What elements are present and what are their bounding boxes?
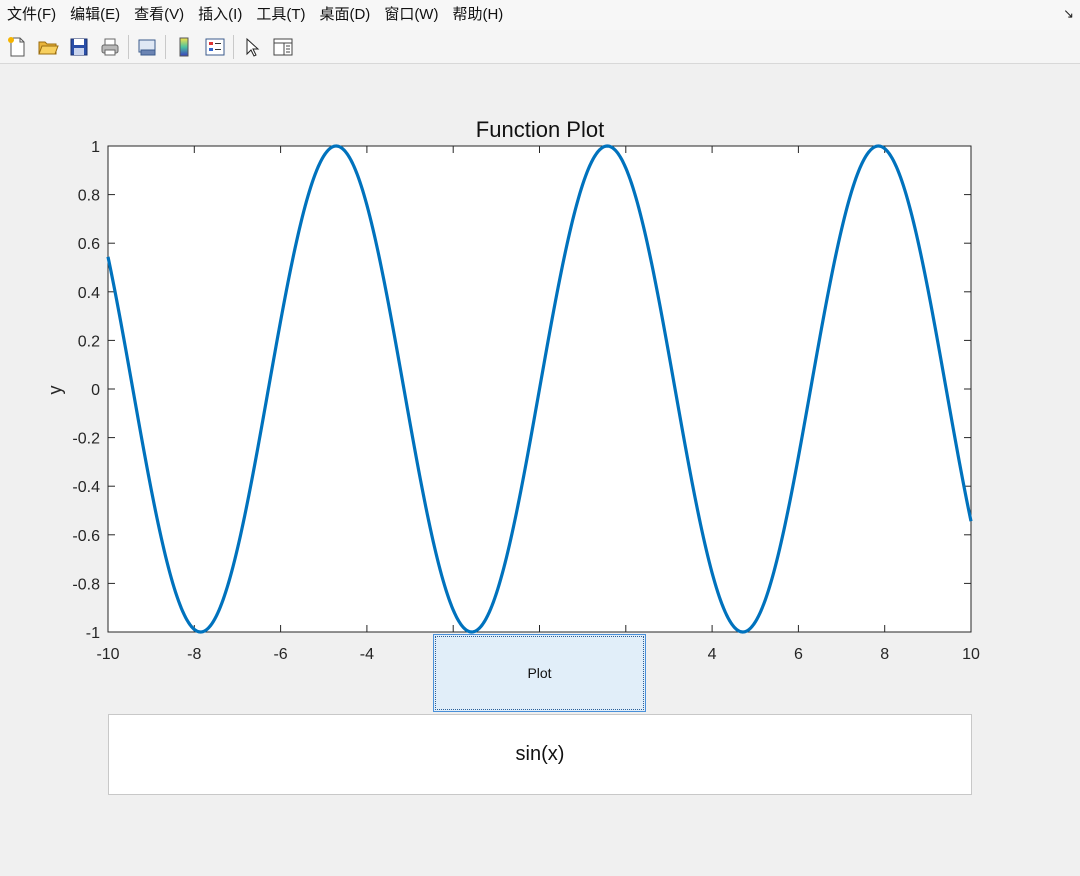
menu-bar: 文件(F) 编辑(E) 查看(V) 插入(I) 工具(T) 桌面(D) 窗口(W… bbox=[0, 0, 1080, 30]
y-tick-label: 0.2 bbox=[78, 333, 100, 350]
chart-title: Function Plot bbox=[476, 117, 604, 142]
x-tick-label: 8 bbox=[880, 646, 889, 663]
link-plot-icon[interactable] bbox=[133, 33, 161, 61]
y-tick-label: 0.8 bbox=[78, 188, 100, 205]
x-tick-label: -10 bbox=[96, 646, 119, 663]
y-tick-label: 0 bbox=[91, 382, 100, 399]
y-tick-label: -0.6 bbox=[72, 528, 100, 545]
legend-icon[interactable] bbox=[201, 33, 229, 61]
toolbar-separator bbox=[128, 34, 129, 59]
function-input[interactable]: sin(x) bbox=[108, 714, 972, 795]
print-icon[interactable] bbox=[96, 33, 124, 61]
y-tick-label: 1 bbox=[91, 139, 100, 156]
x-tick-label: 6 bbox=[794, 646, 803, 663]
menu-desktop[interactable]: 桌面(D) bbox=[312, 0, 377, 30]
menu-edit[interactable]: 编辑(E) bbox=[63, 0, 127, 30]
menu-tools[interactable]: 工具(T) bbox=[249, 0, 312, 30]
y-axis-label: y bbox=[45, 386, 65, 395]
x-tick-label: -8 bbox=[187, 646, 201, 663]
menu-window[interactable]: 窗口(W) bbox=[377, 0, 445, 30]
toolbar-separator bbox=[165, 34, 166, 59]
plot-button[interactable]: Plot bbox=[433, 634, 646, 712]
menu-view[interactable]: 查看(V) bbox=[127, 0, 191, 30]
toolbar-separator bbox=[233, 34, 234, 59]
save-icon[interactable] bbox=[65, 33, 93, 61]
y-tick-label: -1 bbox=[86, 625, 100, 642]
property-editor-icon[interactable] bbox=[269, 33, 297, 61]
x-tick-label: 10 bbox=[962, 646, 980, 663]
menu-insert[interactable]: 插入(I) bbox=[191, 0, 249, 30]
dock-figure-icon[interactable]: ↘ bbox=[1063, 6, 1074, 22]
x-tick-label: -6 bbox=[273, 646, 287, 663]
x-tick-label: -4 bbox=[360, 646, 374, 663]
y-tick-label: -0.2 bbox=[72, 431, 100, 448]
y-tick-label: 0.6 bbox=[78, 236, 100, 253]
figure-toolbar bbox=[0, 30, 1080, 64]
menu-help[interactable]: 帮助(H) bbox=[445, 0, 510, 30]
y-tick-label: 0.4 bbox=[78, 285, 100, 302]
y-tick-label: -0.8 bbox=[72, 576, 100, 593]
menu-file[interactable]: 文件(F) bbox=[0, 0, 63, 30]
colorbar-icon[interactable] bbox=[170, 33, 198, 61]
pointer-icon[interactable] bbox=[238, 33, 266, 61]
open-file-icon[interactable] bbox=[34, 33, 62, 61]
new-figure-icon[interactable] bbox=[3, 33, 31, 61]
x-tick-label: 4 bbox=[708, 646, 717, 663]
y-tick-label: -0.4 bbox=[72, 479, 100, 496]
